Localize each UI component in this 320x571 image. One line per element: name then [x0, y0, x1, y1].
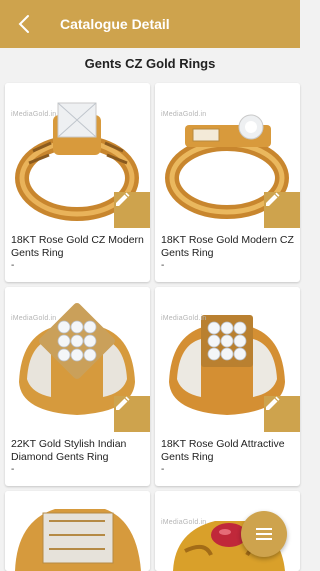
product-image: iMediaGold.in	[5, 287, 150, 432]
pencil-icon	[266, 396, 280, 410]
product-image: iMediaGold.in	[5, 83, 150, 228]
back-button[interactable]	[0, 0, 48, 48]
edit-button[interactable]	[114, 396, 150, 432]
catalogue-title: Gents CZ Gold Rings	[84, 56, 216, 71]
menu-icon	[256, 528, 272, 540]
product-card[interactable]: iMediaGold.in 18KT Rose Gold Modern CZ G…	[155, 83, 300, 282]
app-bar-title: Catalogue Detail	[60, 16, 170, 32]
app-bar: Catalogue Detail	[0, 0, 300, 48]
product-name: 22KT Gold Stylish Indian Diamond Gents R…	[11, 438, 127, 463]
product-image: iMediaGold.in	[155, 83, 300, 228]
product-price: -	[161, 260, 165, 271]
product-image	[5, 491, 150, 571]
edit-button[interactable]	[114, 192, 150, 228]
edit-button[interactable]	[264, 396, 300, 432]
watermark-text: iMediaGold.in	[11, 111, 57, 118]
product-name: 18KT Rose Gold CZ Modern Gents Ring	[11, 234, 144, 259]
product-name: 18KT Rose Gold Modern CZ Gents Ring	[161, 234, 294, 259]
product-price: -	[11, 464, 15, 475]
product-price: -	[161, 464, 165, 475]
product-card[interactable]: iMediaGold.in 18KT Rose Gold Attractive …	[155, 287, 300, 486]
pencil-icon	[116, 396, 130, 410]
pencil-icon	[266, 192, 280, 206]
watermark-text: iMediaGold.in	[161, 111, 207, 118]
product-card[interactable]: iMediaGold.in 18KT Rose Gold CZ Modern G…	[5, 83, 150, 282]
menu-fab-button[interactable]	[241, 511, 287, 557]
product-card[interactable]: iMediaGold.in 22KT Gold Stylish Indian D…	[5, 287, 150, 486]
product-image: iMediaGold.in	[155, 287, 300, 432]
watermark-text: iMediaGold.in	[161, 315, 207, 322]
watermark-text: iMediaGold.in	[161, 519, 207, 526]
pencil-icon	[116, 192, 130, 206]
back-chevron-icon	[18, 15, 29, 33]
ring-image	[15, 509, 141, 571]
product-card[interactable]	[5, 491, 150, 571]
edit-button[interactable]	[264, 192, 300, 228]
product-price: -	[11, 260, 15, 271]
watermark-text: iMediaGold.in	[11, 315, 57, 322]
product-name: 18KT Rose Gold Attractive Gents Ring	[161, 438, 285, 463]
